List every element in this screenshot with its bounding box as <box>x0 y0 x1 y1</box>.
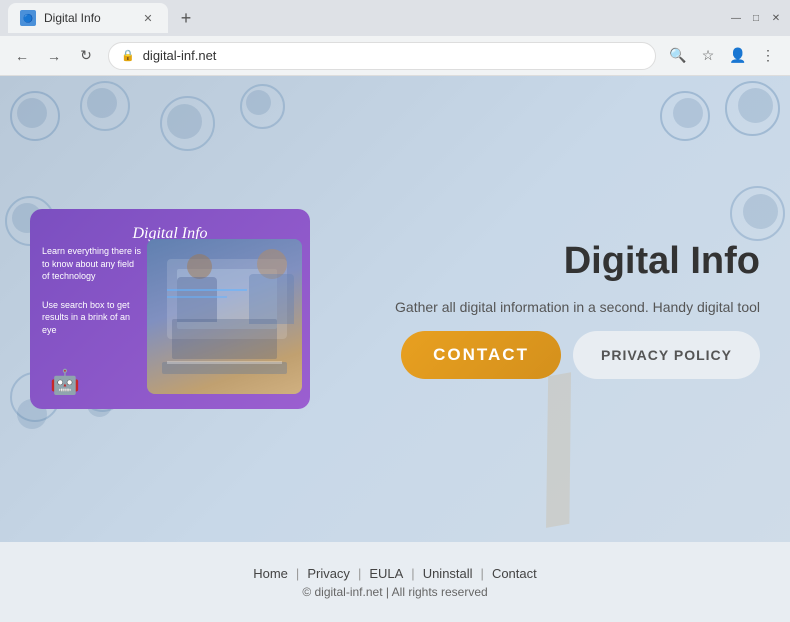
footer-separator-4: | <box>481 566 484 581</box>
promo-image <box>147 239 302 394</box>
site-subtitle: Gather all digital information in a seco… <box>350 299 760 315</box>
lock-icon: 🔒 <box>121 49 135 62</box>
footer-nav-uninstall[interactable]: Uninstall <box>423 566 473 581</box>
toolbar-actions: 🔍 ☆ 👤 ⋮ <box>664 42 782 70</box>
footer-separator-3: | <box>411 566 414 581</box>
address-text: digital-inf.net <box>143 48 643 63</box>
address-bar[interactable]: 🔒 digital-inf.net <box>108 42 656 70</box>
footer-separator-2: | <box>358 566 361 581</box>
right-content: Digital Info Gather all digital informat… <box>310 240 760 379</box>
title-bar: 🔵 Digital Info ✕ + — □ ✕ <box>0 0 790 36</box>
profile-button[interactable]: 👤 <box>724 42 752 70</box>
footer-nav-privacy[interactable]: Privacy <box>307 566 350 581</box>
tab-title: Digital Info <box>44 11 101 25</box>
reload-button[interactable]: ↻ <box>72 42 100 70</box>
action-buttons: CONTACT PRIVACY POLICY <box>350 331 760 379</box>
promo-text-2: Use search box to get results in a brink… <box>42 299 142 337</box>
footer-nav-home[interactable]: Home <box>253 566 288 581</box>
minimize-button[interactable]: — <box>730 12 742 24</box>
new-tab-button[interactable]: + <box>172 4 200 32</box>
search-button[interactable]: 🔍 <box>664 42 692 70</box>
toolbar: ← → ↻ 🔒 digital-inf.net 🔍 ☆ 👤 ⋮ <box>0 36 790 76</box>
browser-tab[interactable]: 🔵 Digital Info ✕ <box>8 3 168 33</box>
footer: Home | Privacy | EULA | Uninstall | Cont… <box>0 542 790 622</box>
promo-robot-icon: 🤖 <box>50 368 80 397</box>
footer-nav-contact[interactable]: Contact <box>492 566 537 581</box>
tab-favicon: 🔵 <box>20 10 36 26</box>
tab-close-button[interactable]: ✕ <box>140 10 156 26</box>
menu-button[interactable]: ⋮ <box>754 42 782 70</box>
back-button[interactable]: ← <box>8 42 36 70</box>
maximize-button[interactable]: □ <box>750 12 762 24</box>
website-content: / Digital Info Learn everything there is… <box>0 76 790 622</box>
close-button[interactable]: ✕ <box>770 12 782 24</box>
promo-text-left: Learn everything there is to know about … <box>42 245 142 337</box>
footer-nav: Home | Privacy | EULA | Uninstall | Cont… <box>253 566 537 581</box>
main-content: Digital Info Learn everything there is t… <box>0 76 790 542</box>
laptop-illustration <box>147 239 302 394</box>
bookmark-button[interactable]: ☆ <box>694 42 722 70</box>
contact-button[interactable]: CONTACT <box>401 331 561 379</box>
promo-text-1: Learn everything there is to know about … <box>42 245 142 283</box>
window-controls: — □ ✕ <box>730 12 782 24</box>
site-title: Digital Info <box>350 240 760 283</box>
browser-chrome: 🔵 Digital Info ✕ + — □ ✕ ← → ↻ 🔒 digital… <box>0 0 790 76</box>
privacy-policy-button[interactable]: PRIVACY POLICY <box>573 331 760 379</box>
forward-button[interactable]: → <box>40 42 68 70</box>
footer-copyright: © digital-inf.net | All rights reserved <box>302 585 487 599</box>
footer-separator-1: | <box>296 566 299 581</box>
promo-card: Digital Info Learn everything there is t… <box>30 209 310 409</box>
footer-nav-eula[interactable]: EULA <box>369 566 403 581</box>
